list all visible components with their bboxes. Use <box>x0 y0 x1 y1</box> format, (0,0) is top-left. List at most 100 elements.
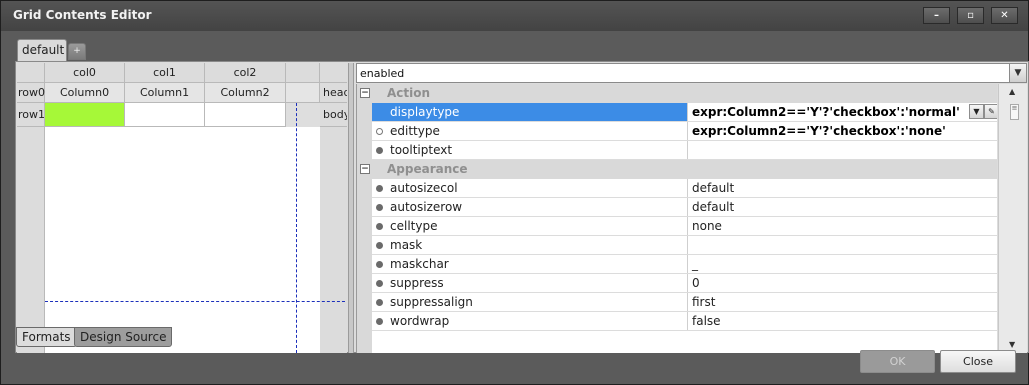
grid-height-guide[interactable] <box>45 301 347 302</box>
chevron-down-icon: ▼ <box>973 107 980 116</box>
close-icon: ✕ <box>1000 10 1009 21</box>
property-value[interactable] <box>689 236 997 254</box>
property-name: displaytype <box>390 105 460 119</box>
property-filter-combo[interactable]: enabled ▼ <box>356 63 1027 83</box>
property-name: autosizerow <box>390 200 463 214</box>
property-value-input[interactable]: expr:Column2=='Y'?'checkbox':'normal' ▼ … <box>689 103 997 121</box>
property-bullet-icon <box>376 128 383 135</box>
add-format-tab-button[interactable]: + <box>68 43 86 60</box>
property-row-mask[interactable]: mask <box>372 236 997 255</box>
close-button[interactable]: Close <box>940 350 1016 373</box>
tab-design-source[interactable]: Design Source <box>74 327 173 347</box>
column-header-col1[interactable]: col1 <box>125 63 205 83</box>
property-name: tooltiptext <box>390 143 453 157</box>
property-value[interactable]: false <box>689 312 997 330</box>
body-cell-1[interactable] <box>125 103 205 127</box>
grid-designer[interactable]: col0 col1 col2 row0 Column0 Column1 Colu… <box>17 63 347 353</box>
property-grid[interactable]: − Action displaytype expr:Column2=='Y'?'… <box>356 84 997 353</box>
scroll-up-icon[interactable]: ▲ <box>1009 87 1015 96</box>
property-value[interactable]: none <box>689 217 997 235</box>
property-row-autosizerow[interactable]: autosizerow default <box>372 198 997 217</box>
property-value[interactable]: default <box>689 179 997 197</box>
property-value[interactable]: _ <box>689 255 997 273</box>
title-bar[interactable]: Grid Contents Editor – ▫ ✕ <box>1 1 1028 31</box>
row-header-gutter <box>17 127 45 353</box>
value-dropdown-button[interactable]: ▼ <box>969 104 984 119</box>
panel-splitter[interactable] <box>348 63 354 353</box>
property-bullet-icon <box>376 299 383 306</box>
property-row-wordwrap[interactable]: wordwrap false <box>372 312 997 331</box>
window-title: Grid Contents Editor <box>13 8 152 22</box>
collapse-icon[interactable]: − <box>360 164 370 174</box>
property-row-displaytype[interactable]: displaytype expr:Column2=='Y'?'checkbox'… <box>372 103 997 122</box>
ok-button[interactable]: OK <box>860 350 935 373</box>
property-value: expr:Column2=='Y'?'checkbox':'normal' <box>692 105 960 119</box>
property-name: edittype <box>390 124 440 138</box>
property-bullet-icon <box>376 318 383 325</box>
head-cell-2[interactable]: Column2 <box>205 83 286 103</box>
band-label-head: head <box>320 83 347 103</box>
property-name: celltype <box>390 219 438 233</box>
minimize-icon: – <box>934 10 939 21</box>
maximize-icon: ▫ <box>967 10 974 21</box>
property-bullet-icon <box>376 280 383 287</box>
row-label-row1[interactable]: row1 <box>17 103 45 127</box>
column-header-col2[interactable]: col2 <box>205 63 286 83</box>
editor-panel: col0 col1 col2 row0 Column0 Column1 Colu… <box>15 61 1029 353</box>
category-action[interactable]: − Action <box>357 84 997 103</box>
property-bullet-icon <box>376 147 383 154</box>
tab-formats[interactable]: Formats <box>16 327 77 347</box>
property-name: suppressalign <box>390 295 473 309</box>
band-gutter <box>320 127 347 353</box>
maximize-button[interactable]: ▫ <box>957 7 984 24</box>
head-cell-0[interactable]: Column0 <box>45 83 125 103</box>
head-cell-empty <box>286 83 320 103</box>
property-bullet-icon <box>376 261 383 268</box>
head-cell-1[interactable]: Column1 <box>125 83 205 103</box>
grid-width-guide[interactable] <box>296 103 297 353</box>
category-label: Appearance <box>387 162 468 176</box>
property-bullet-icon <box>376 185 383 192</box>
property-value[interactable]: default <box>689 198 997 216</box>
scroll-down-icon[interactable]: ▼ <box>1009 340 1015 349</box>
corner-cell <box>17 63 45 83</box>
collapse-icon[interactable]: − <box>360 88 370 98</box>
property-margin <box>357 179 372 353</box>
property-name: mask <box>390 238 423 252</box>
scroll-thumb[interactable]: ≡ <box>1010 104 1019 120</box>
format-tab-default[interactable]: default <box>17 39 67 61</box>
property-row-autosizecol[interactable]: autosizecol default <box>372 179 997 198</box>
property-name: maskchar <box>390 257 449 271</box>
combo-dropdown-button[interactable]: ▼ <box>1009 64 1026 82</box>
property-row-suppressalign[interactable]: suppressalign first <box>372 293 997 312</box>
property-filter-value: enabled <box>360 67 405 80</box>
row-label-row0[interactable]: row0 <box>17 83 45 103</box>
property-row-tooltiptext[interactable]: tooltiptext <box>372 141 997 160</box>
property-name: autosizecol <box>390 181 458 195</box>
minimize-button[interactable]: – <box>923 7 950 24</box>
editor-body: default + col0 col1 col2 row0 Column0 Co… <box>1 31 1029 384</box>
grid-contents-editor-window: Grid Contents Editor – ▫ ✕ default + col… <box>0 0 1029 385</box>
column-header-empty <box>286 63 320 83</box>
property-bullet-icon <box>376 109 383 116</box>
property-row-edittype[interactable]: edittype expr:Column2=='Y'?'checkbox':'n… <box>372 122 997 141</box>
property-row-maskchar[interactable]: maskchar _ <box>372 255 997 274</box>
property-margin <box>357 103 372 160</box>
property-bullet-icon <box>376 242 383 249</box>
band-header <box>320 63 347 83</box>
close-window-button[interactable]: ✕ <box>991 7 1018 24</box>
column-header-col0[interactable]: col0 <box>45 63 125 83</box>
grid-empty-area <box>45 127 320 353</box>
property-grid-scrollbar[interactable]: ▲ ≡ ▼ <box>998 84 1027 353</box>
property-row-celltype[interactable]: celltype none <box>372 217 997 236</box>
body-cell-2[interactable] <box>205 103 286 127</box>
property-value[interactable] <box>689 141 997 159</box>
category-appearance[interactable]: − Appearance <box>357 160 997 179</box>
body-cell-0-selected[interactable] <box>45 103 125 127</box>
property-row-suppress[interactable]: suppress 0 <box>372 274 997 293</box>
property-value[interactable]: first <box>689 293 997 311</box>
value-editor-button[interactable]: ✎ <box>984 104 997 119</box>
band-label-body: body <box>320 103 347 127</box>
property-value[interactable]: 0 <box>689 274 997 292</box>
property-value[interactable]: expr:Column2=='Y'?'checkbox':'none' <box>689 122 997 140</box>
